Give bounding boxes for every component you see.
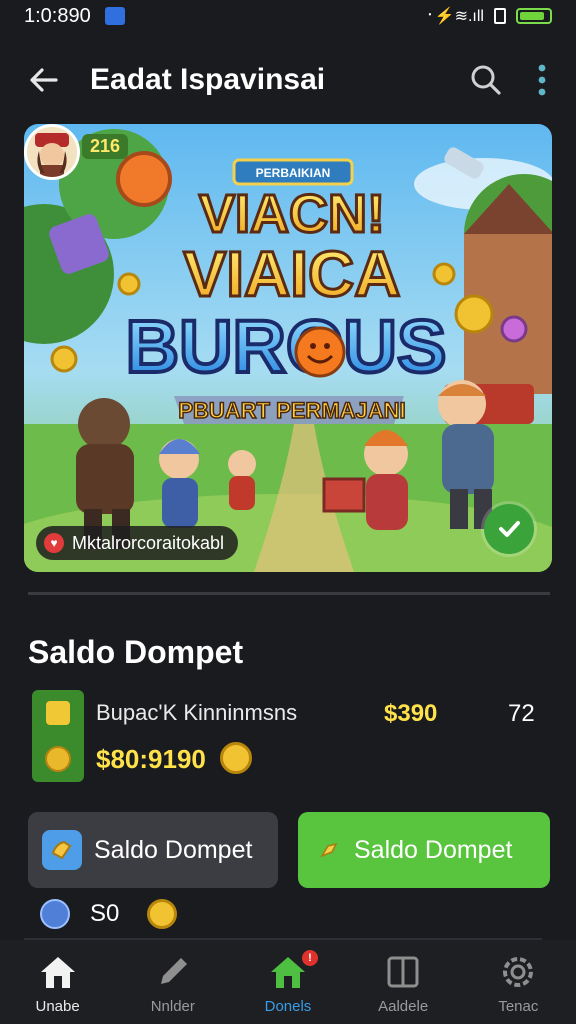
wallet-sub-amount: $80:9190: [96, 744, 206, 774]
status-bar: 1:0:890 ᛫⚡≋.ıll: [0, 0, 576, 32]
character-small-runner: [228, 450, 256, 510]
gem-square-icon: [46, 700, 70, 725]
banner-chip[interactable]: ♥ Mktalrorcoraitokabl: [36, 526, 239, 560]
wallet-button-secondary-label: Saldo Dompet: [94, 835, 253, 864]
notification-badge: !: [301, 950, 318, 966]
banner-title-line-1: VIACN!: [199, 184, 385, 244]
wallet-section-title: Saldo Dompet: [28, 634, 244, 670]
level-badge: 216: [82, 134, 129, 159]
arrow-left-icon: [30, 68, 58, 92]
promo-banner[interactable]: PERBAIKIAN VIACN! VIAICA BUROUS PBUART P…: [24, 124, 552, 572]
banner-ribbon-text: PBUART PERMAJANI: [178, 398, 405, 423]
status-time: 1:0:890: [24, 4, 91, 27]
pencil-icon: [160, 958, 187, 984]
status-right: ᛫⚡≋.ıll: [425, 6, 552, 26]
wallet-amount: $390: [384, 700, 438, 727]
wallet-row[interactable]: Bupac'K Kinninmsns $390 72 $80:9190: [28, 688, 550, 784]
nav-item-donels[interactable]: ! Donels: [238, 950, 338, 1015]
wallet-button-primary[interactable]: Saldo Dompet: [298, 812, 550, 888]
battery-icon: [516, 8, 552, 24]
sim-icon: [494, 8, 506, 24]
app-header: Eadat Ispavinsai: [0, 40, 576, 120]
character-blue-hair: [159, 439, 200, 528]
balance-coin-icon: [147, 899, 178, 929]
banner-title-line-3: BUROUS: [126, 305, 447, 388]
banner-plate-text: PERBAIKIAN: [256, 166, 331, 180]
home-icon: [40, 957, 75, 988]
balance-row: S0: [40, 896, 178, 932]
hand-point-icon: [318, 838, 342, 862]
banner-chip-label: Mktalrorcoraitokabl: [72, 532, 225, 553]
hand-pay-icon: [42, 830, 82, 870]
search-icon: [471, 65, 501, 95]
notification-app-icon: [104, 7, 125, 25]
gold-coin-icon: [220, 742, 252, 774]
nav-item-label: Tenac: [498, 998, 539, 1015]
back-button[interactable]: [24, 60, 64, 100]
status-left: 1:0:890: [24, 5, 125, 28]
wallet-name: Bupac'K Kinninmsns: [96, 700, 298, 725]
more-options-button[interactable]: [532, 58, 552, 102]
banner-artwork: PERBAIKIAN VIACN! VIAICA BUROUS PBUART P…: [24, 124, 552, 572]
nav-item-home[interactable]: Unabe: [8, 954, 108, 1015]
status-signal-icons: ᛫⚡≋.ıll: [425, 8, 484, 25]
globe-icon: [40, 899, 70, 929]
search-button[interactable]: [464, 58, 508, 102]
nav-item-label: Donels: [264, 998, 312, 1015]
more-vertical-icon: [538, 64, 546, 96]
check-icon: [499, 521, 520, 537]
banner-title-line-2: VIAICA: [184, 238, 401, 310]
balance-value: S0: [90, 900, 120, 927]
nav-item-tenac[interactable]: Tenac: [468, 954, 568, 1015]
wallet-icon-tile: [32, 690, 84, 782]
nav-item-label: Nnlder: [150, 998, 195, 1015]
page-title: Eadat Ispavinsai: [90, 63, 326, 96]
heart-icon: ♥: [44, 533, 64, 553]
nav-item-label: Aaldele: [378, 998, 429, 1015]
wallet-button-primary-label: Saldo Dompet: [354, 835, 513, 864]
coin-icon: [45, 745, 71, 772]
nav-item-aaldele[interactable]: Aaldele: [353, 954, 453, 1015]
nav-item-label: Unabe: [35, 998, 80, 1015]
confirm-button[interactable]: [484, 504, 534, 554]
player-avatar[interactable]: [24, 124, 80, 180]
nav-item-holder[interactable]: Nnlder: [123, 954, 223, 1015]
gear-icon: [503, 957, 534, 987]
player-avatar-image: [27, 127, 77, 177]
wallet-button-secondary[interactable]: Saldo Dompet: [28, 812, 278, 888]
bottom-nav: Unabe Nnlder ! Donels Aaldele Tenac: [0, 940, 576, 1024]
section-divider: [28, 592, 550, 595]
wallet-count: 72: [508, 700, 535, 727]
book-icon: [387, 956, 419, 988]
